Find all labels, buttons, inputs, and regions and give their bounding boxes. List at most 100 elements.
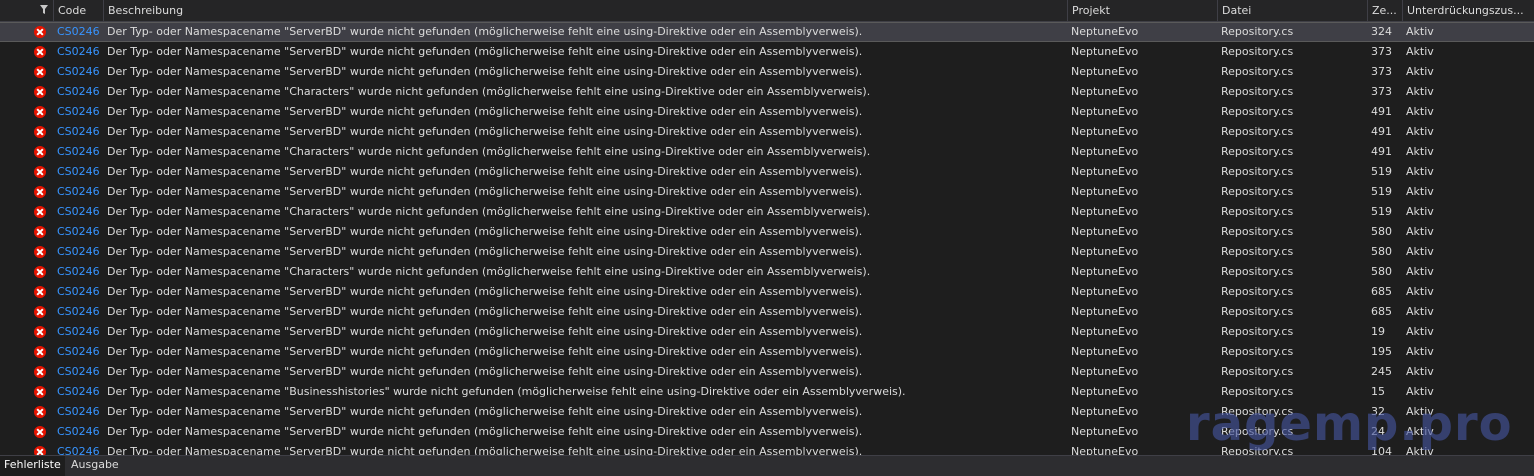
table-row[interactable]: CS0246 Der Typ- oder Namespacename "Serve… bbox=[0, 182, 1534, 202]
error-project: NeptuneEvo bbox=[1071, 85, 1139, 98]
error-icon bbox=[34, 26, 46, 38]
error-project: NeptuneEvo bbox=[1071, 185, 1139, 198]
column-header-file[interactable]: Datei bbox=[1217, 0, 1367, 22]
bottom-tab-bar: Fehlerliste Ausgabe bbox=[0, 455, 1534, 476]
error-description: Der Typ- oder Namespacename "ServerBD" w… bbox=[107, 365, 863, 378]
error-line: 519 bbox=[1371, 165, 1392, 178]
error-code-link[interactable]: CS0246 bbox=[57, 262, 103, 282]
error-code-link[interactable]: CS0246 bbox=[57, 222, 103, 242]
error-code-link[interactable]: CS0246 bbox=[57, 162, 103, 182]
error-project: NeptuneEvo bbox=[1071, 105, 1139, 118]
error-code-link[interactable]: CS0246 bbox=[57, 362, 103, 382]
error-description: Der Typ- oder Namespacename "ServerBD" w… bbox=[107, 65, 863, 78]
column-header-project[interactable]: Projekt bbox=[1067, 0, 1217, 22]
error-line: 32 bbox=[1371, 405, 1385, 418]
error-project: NeptuneEvo bbox=[1071, 145, 1139, 158]
error-icon bbox=[34, 106, 46, 118]
error-code-link[interactable]: CS0246 bbox=[57, 282, 103, 302]
error-code-link[interactable]: CS0246 bbox=[57, 23, 103, 41]
error-line: 373 bbox=[1371, 45, 1392, 58]
error-suppression-state: Aktiv bbox=[1406, 85, 1434, 98]
error-line: 373 bbox=[1371, 85, 1392, 98]
error-file: Repository.cs bbox=[1221, 365, 1294, 378]
error-icon bbox=[34, 386, 46, 398]
table-row[interactable]: CS0246 Der Typ- oder Namespacename "Busin… bbox=[0, 382, 1534, 402]
error-icon bbox=[34, 266, 46, 278]
error-code-link[interactable]: CS0246 bbox=[57, 142, 103, 162]
error-description: Der Typ- oder Namespacename "ServerBD" w… bbox=[107, 405, 863, 418]
column-header-line[interactable]: Ze... bbox=[1367, 0, 1402, 22]
error-icon bbox=[34, 286, 46, 298]
error-code-link[interactable]: CS0246 bbox=[57, 122, 103, 142]
column-header-code[interactable]: Code bbox=[53, 0, 104, 22]
error-line: 519 bbox=[1371, 185, 1392, 198]
table-row[interactable]: CS0246 Der Typ- oder Namespacename "Serve… bbox=[0, 402, 1534, 422]
filter-icon[interactable] bbox=[40, 4, 48, 14]
error-project: NeptuneEvo bbox=[1071, 445, 1139, 455]
error-code-link[interactable]: CS0246 bbox=[57, 302, 103, 322]
error-icon bbox=[34, 326, 46, 338]
table-row[interactable]: CS0246 Der Typ- oder Namespacename "Chara… bbox=[0, 82, 1534, 102]
table-row[interactable]: CS0246 Der Typ- oder Namespacename "Serve… bbox=[0, 242, 1534, 262]
table-row[interactable]: CS0246 Der Typ- oder Namespacename "Serve… bbox=[0, 42, 1534, 62]
error-code-link[interactable]: CS0246 bbox=[57, 242, 103, 262]
error-description: Der Typ- oder Namespacename "ServerBD" w… bbox=[107, 285, 863, 298]
error-code-link[interactable]: CS0246 bbox=[57, 82, 103, 102]
error-code-link[interactable]: CS0246 bbox=[57, 402, 103, 422]
error-line: 580 bbox=[1371, 265, 1392, 278]
column-header-description[interactable]: Beschreibung bbox=[103, 0, 1067, 22]
error-code-link[interactable]: CS0246 bbox=[57, 442, 103, 455]
table-row[interactable]: CS0246 Der Typ- oder Namespacename "Serve… bbox=[0, 302, 1534, 322]
error-line: 15 bbox=[1371, 385, 1385, 398]
tab-error-list[interactable]: Fehlerliste bbox=[0, 456, 65, 476]
table-row[interactable]: CS0246 Der Typ- oder Namespacename "Serve… bbox=[0, 342, 1534, 362]
table-row[interactable]: CS0246 Der Typ- oder Namespacename "Chara… bbox=[0, 202, 1534, 222]
error-line: 245 bbox=[1371, 365, 1392, 378]
tab-output[interactable]: Ausgabe bbox=[67, 456, 123, 476]
table-row[interactable]: CS0246 Der Typ- oder Namespacename "Chara… bbox=[0, 262, 1534, 282]
column-header-suppression[interactable]: Unterdrückungszus... bbox=[1402, 0, 1534, 22]
table-row[interactable]: CS0246 Der Typ- oder Namespacename "Serve… bbox=[0, 322, 1534, 342]
error-code-link[interactable]: CS0246 bbox=[57, 42, 103, 62]
error-line: 24 bbox=[1371, 425, 1385, 438]
table-row[interactable]: CS0246 Der Typ- oder Namespacename "Serve… bbox=[0, 442, 1534, 455]
error-icon bbox=[34, 406, 46, 418]
error-description: Der Typ- oder Namespacename "ServerBD" w… bbox=[107, 185, 863, 198]
table-row[interactable]: CS0246 Der Typ- oder Namespacename "Serve… bbox=[0, 422, 1534, 442]
table-row[interactable]: CS0246 Der Typ- oder Namespacename "Serve… bbox=[0, 362, 1534, 382]
error-project: NeptuneEvo bbox=[1071, 45, 1139, 58]
error-code-link[interactable]: CS0246 bbox=[57, 102, 103, 122]
error-icon bbox=[34, 446, 46, 455]
error-line: 19 bbox=[1371, 325, 1385, 338]
error-code-link[interactable]: CS0246 bbox=[57, 62, 103, 82]
table-row[interactable]: CS0246 Der Typ- oder Namespacename "Chara… bbox=[0, 142, 1534, 162]
table-row[interactable]: CS0246 Der Typ- oder Namespacename "Serve… bbox=[0, 102, 1534, 122]
error-suppression-state: Aktiv bbox=[1406, 205, 1434, 218]
table-row[interactable]: CS0246 Der Typ- oder Namespacename "Serve… bbox=[0, 62, 1534, 82]
table-row[interactable]: CS0246 Der Typ- oder Namespacename "Serve… bbox=[0, 22, 1534, 42]
error-file: Repository.cs bbox=[1221, 445, 1294, 455]
error-icon bbox=[34, 166, 46, 178]
error-file: Repository.cs bbox=[1221, 385, 1294, 398]
error-description: Der Typ- oder Namespacename "ServerBD" w… bbox=[107, 305, 863, 318]
error-line: 519 bbox=[1371, 205, 1392, 218]
table-row[interactable]: CS0246 Der Typ- oder Namespacename "Serve… bbox=[0, 282, 1534, 302]
error-project: NeptuneEvo bbox=[1071, 325, 1139, 338]
error-code-link[interactable]: CS0246 bbox=[57, 342, 103, 362]
error-code-link[interactable]: CS0246 bbox=[57, 382, 103, 402]
table-row[interactable]: CS0246 Der Typ- oder Namespacename "Serve… bbox=[0, 122, 1534, 142]
error-suppression-state: Aktiv bbox=[1406, 305, 1434, 318]
error-code-link[interactable]: CS0246 bbox=[57, 422, 103, 442]
error-line: 491 bbox=[1371, 125, 1392, 138]
error-project: NeptuneEvo bbox=[1071, 65, 1139, 78]
error-code-link[interactable]: CS0246 bbox=[57, 322, 103, 342]
error-project: NeptuneEvo bbox=[1071, 225, 1139, 238]
table-row[interactable]: CS0246 Der Typ- oder Namespacename "Serve… bbox=[0, 162, 1534, 182]
error-file: Repository.cs bbox=[1221, 325, 1294, 338]
error-project: NeptuneEvo bbox=[1071, 165, 1139, 178]
table-row[interactable]: CS0246 Der Typ- oder Namespacename "Serve… bbox=[0, 222, 1534, 242]
error-icon bbox=[34, 126, 46, 138]
error-code-link[interactable]: CS0246 bbox=[57, 202, 103, 222]
error-project: NeptuneEvo bbox=[1071, 365, 1139, 378]
error-code-link[interactable]: CS0246 bbox=[57, 182, 103, 202]
